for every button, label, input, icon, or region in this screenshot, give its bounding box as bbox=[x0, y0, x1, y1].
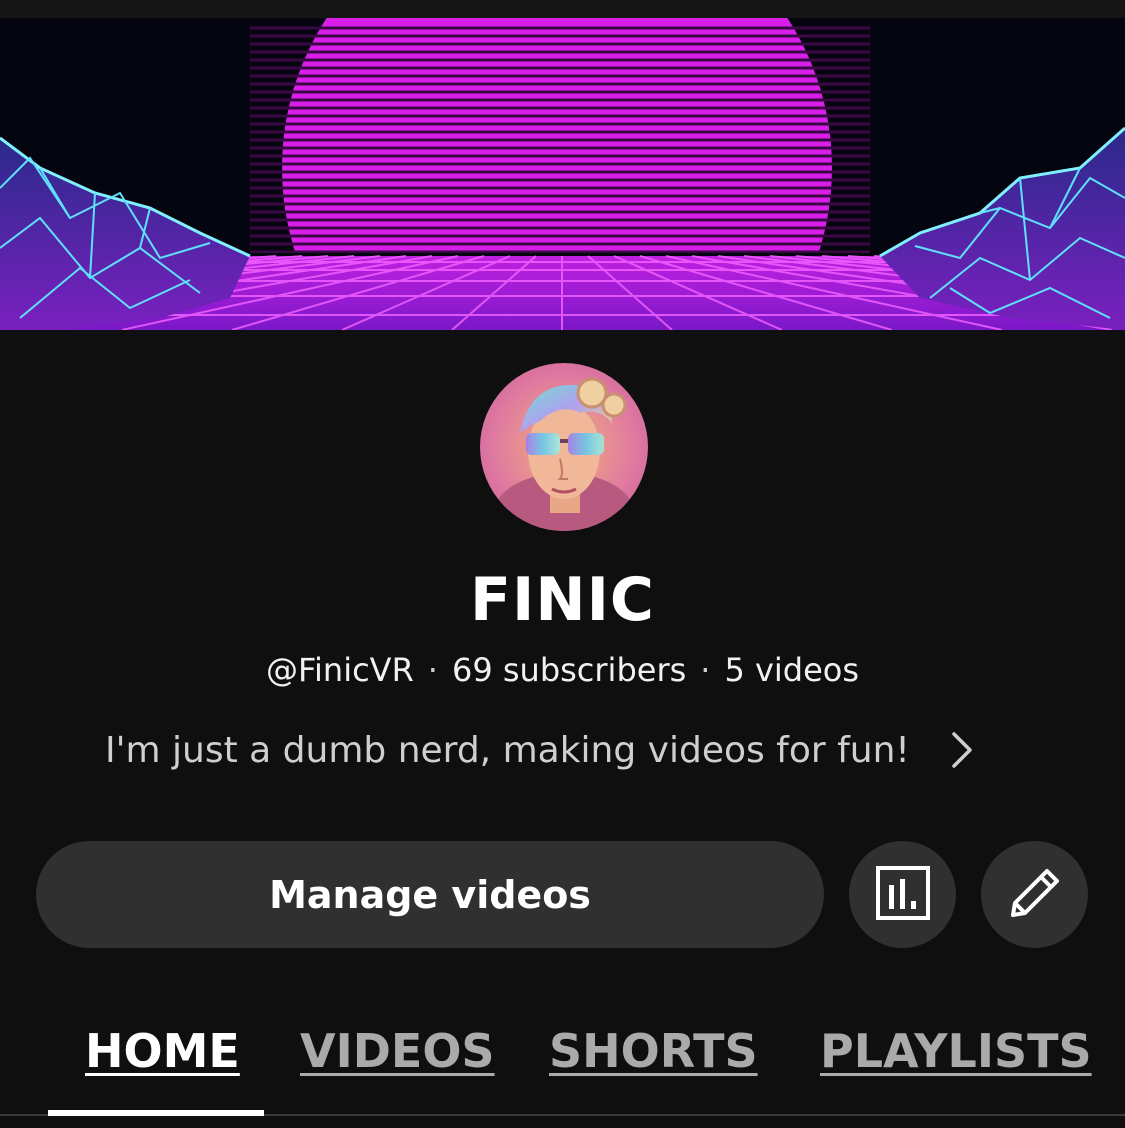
channel-handle: @FinicVR bbox=[265, 651, 414, 689]
active-tab-indicator bbox=[48, 1110, 264, 1116]
subscriber-count: 69 subscribers bbox=[451, 651, 687, 689]
channel-avatar[interactable] bbox=[480, 363, 648, 531]
channel-banner bbox=[0, 18, 1125, 330]
tab-playlists[interactable]: PLAYLISTS bbox=[820, 1010, 1092, 1114]
channel-description-link[interactable]: I'm just a dumb nerd, making videos for … bbox=[105, 724, 1025, 776]
video-count: 5 videos bbox=[724, 651, 860, 689]
chevron-right-icon bbox=[948, 730, 976, 770]
tab-videos[interactable]: VIDEOS bbox=[300, 1010, 495, 1114]
bar-chart-icon bbox=[875, 865, 931, 924]
channel-tabs: HOME VIDEOS SHORTS PLAYLISTS bbox=[0, 1010, 1125, 1114]
meta-separator: · bbox=[700, 651, 711, 689]
analytics-button[interactable] bbox=[849, 841, 956, 948]
top-strip bbox=[0, 0, 1125, 18]
pencil-icon bbox=[1005, 863, 1065, 926]
tab-home[interactable]: HOME bbox=[85, 1010, 240, 1114]
meta-separator: · bbox=[427, 651, 438, 689]
channel-meta: @FinicVR · 69 subscribers · 5 videos bbox=[0, 648, 1125, 692]
channel-name: FINIC bbox=[470, 565, 655, 635]
manage-videos-button[interactable]: Manage videos bbox=[36, 841, 824, 948]
channel-description: I'm just a dumb nerd, making videos for … bbox=[105, 729, 910, 771]
tab-shorts[interactable]: SHORTS bbox=[549, 1010, 758, 1114]
edit-channel-button[interactable] bbox=[981, 841, 1088, 948]
